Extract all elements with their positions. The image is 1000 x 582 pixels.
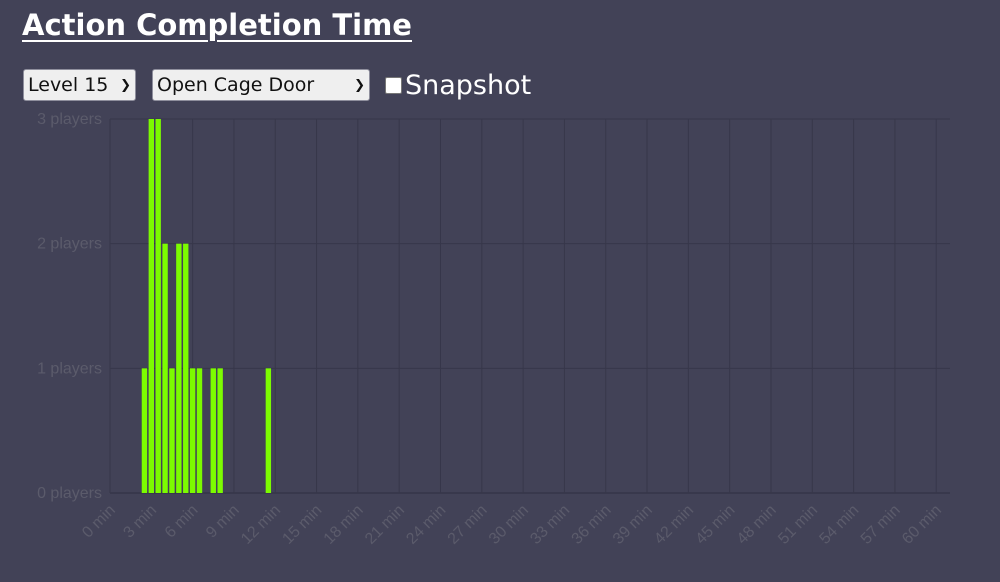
histogram-bar [162, 243, 168, 493]
x-tick-label: 42 min [651, 502, 697, 548]
x-tick-label: 0 min [79, 502, 119, 542]
histogram-bar [148, 119, 154, 493]
histogram-bar [141, 368, 148, 493]
histogram-bar [265, 368, 272, 493]
y-tick-label: 1 players [37, 360, 102, 377]
y-tick-label: 2 players [37, 236, 102, 253]
x-tick-label: 15 min [279, 502, 325, 548]
x-tick-label: 9 min [203, 502, 243, 542]
x-tick-label: 57 min [858, 502, 904, 548]
y-tick-label: 3 players [37, 111, 102, 128]
level-select[interactable]: Level 15 ❯ [23, 69, 136, 101]
histogram-bar [169, 368, 175, 493]
x-tick-label: 12 min [238, 502, 284, 548]
histogram-bar [176, 243, 182, 493]
bars [141, 119, 272, 493]
x-tick-label: 51 min [775, 502, 821, 548]
x-tick-label: 54 min [816, 502, 862, 548]
x-tick-label: 45 min [693, 502, 739, 548]
histogram-bar [155, 119, 161, 493]
action-select-value: Open Cage Door [157, 74, 315, 96]
grid [109, 118, 950, 494]
x-tick-label: 48 min [734, 502, 780, 548]
controls-bar: Level 15 ❯ Open Cage Door ❯ Snapshot [23, 68, 531, 102]
chevron-down-icon: ❯ [354, 77, 365, 93]
histogram-bar [183, 243, 189, 493]
y-tick-label: 0 players [37, 485, 102, 502]
x-tick-label: 30 min [486, 502, 532, 548]
y-axis-labels: 0 players 1 players 2 players 3 players [37, 111, 102, 502]
x-tick-label: 6 min [162, 502, 202, 542]
page-title: Action Completion Time [22, 8, 412, 42]
bar-chart: 0 players 1 players 2 players 3 players 0 m… [37, 111, 950, 548]
histogram-bar [189, 368, 196, 493]
x-tick-label: 39 min [610, 502, 656, 548]
x-tick-label: 21 min [362, 502, 408, 548]
snapshot-toggle[interactable]: Snapshot [385, 72, 531, 99]
x-tick-label: 3 min [120, 502, 160, 542]
x-tick-label: 27 min [445, 502, 491, 548]
chevron-down-icon: ❯ [120, 77, 131, 93]
x-tick-label: 33 min [527, 502, 573, 548]
histogram-bar [217, 368, 223, 493]
x-tick-label: 18 min [321, 502, 367, 548]
action-select[interactable]: Open Cage Door ❯ [152, 69, 370, 101]
histogram-bar [210, 368, 216, 493]
x-tick-label: 24 min [403, 502, 449, 548]
snapshot-checkbox[interactable] [385, 76, 402, 94]
histogram-bar [196, 368, 203, 493]
x-axis-labels: 0 min 3 min 6 min 9 min12 min15 min18 min21… [79, 502, 945, 548]
x-tick-label: 60 min [899, 502, 945, 548]
level-select-value: Level 15 [28, 74, 109, 96]
x-tick-label: 36 min [569, 502, 615, 548]
snapshot-label: Snapshot [405, 69, 532, 101]
